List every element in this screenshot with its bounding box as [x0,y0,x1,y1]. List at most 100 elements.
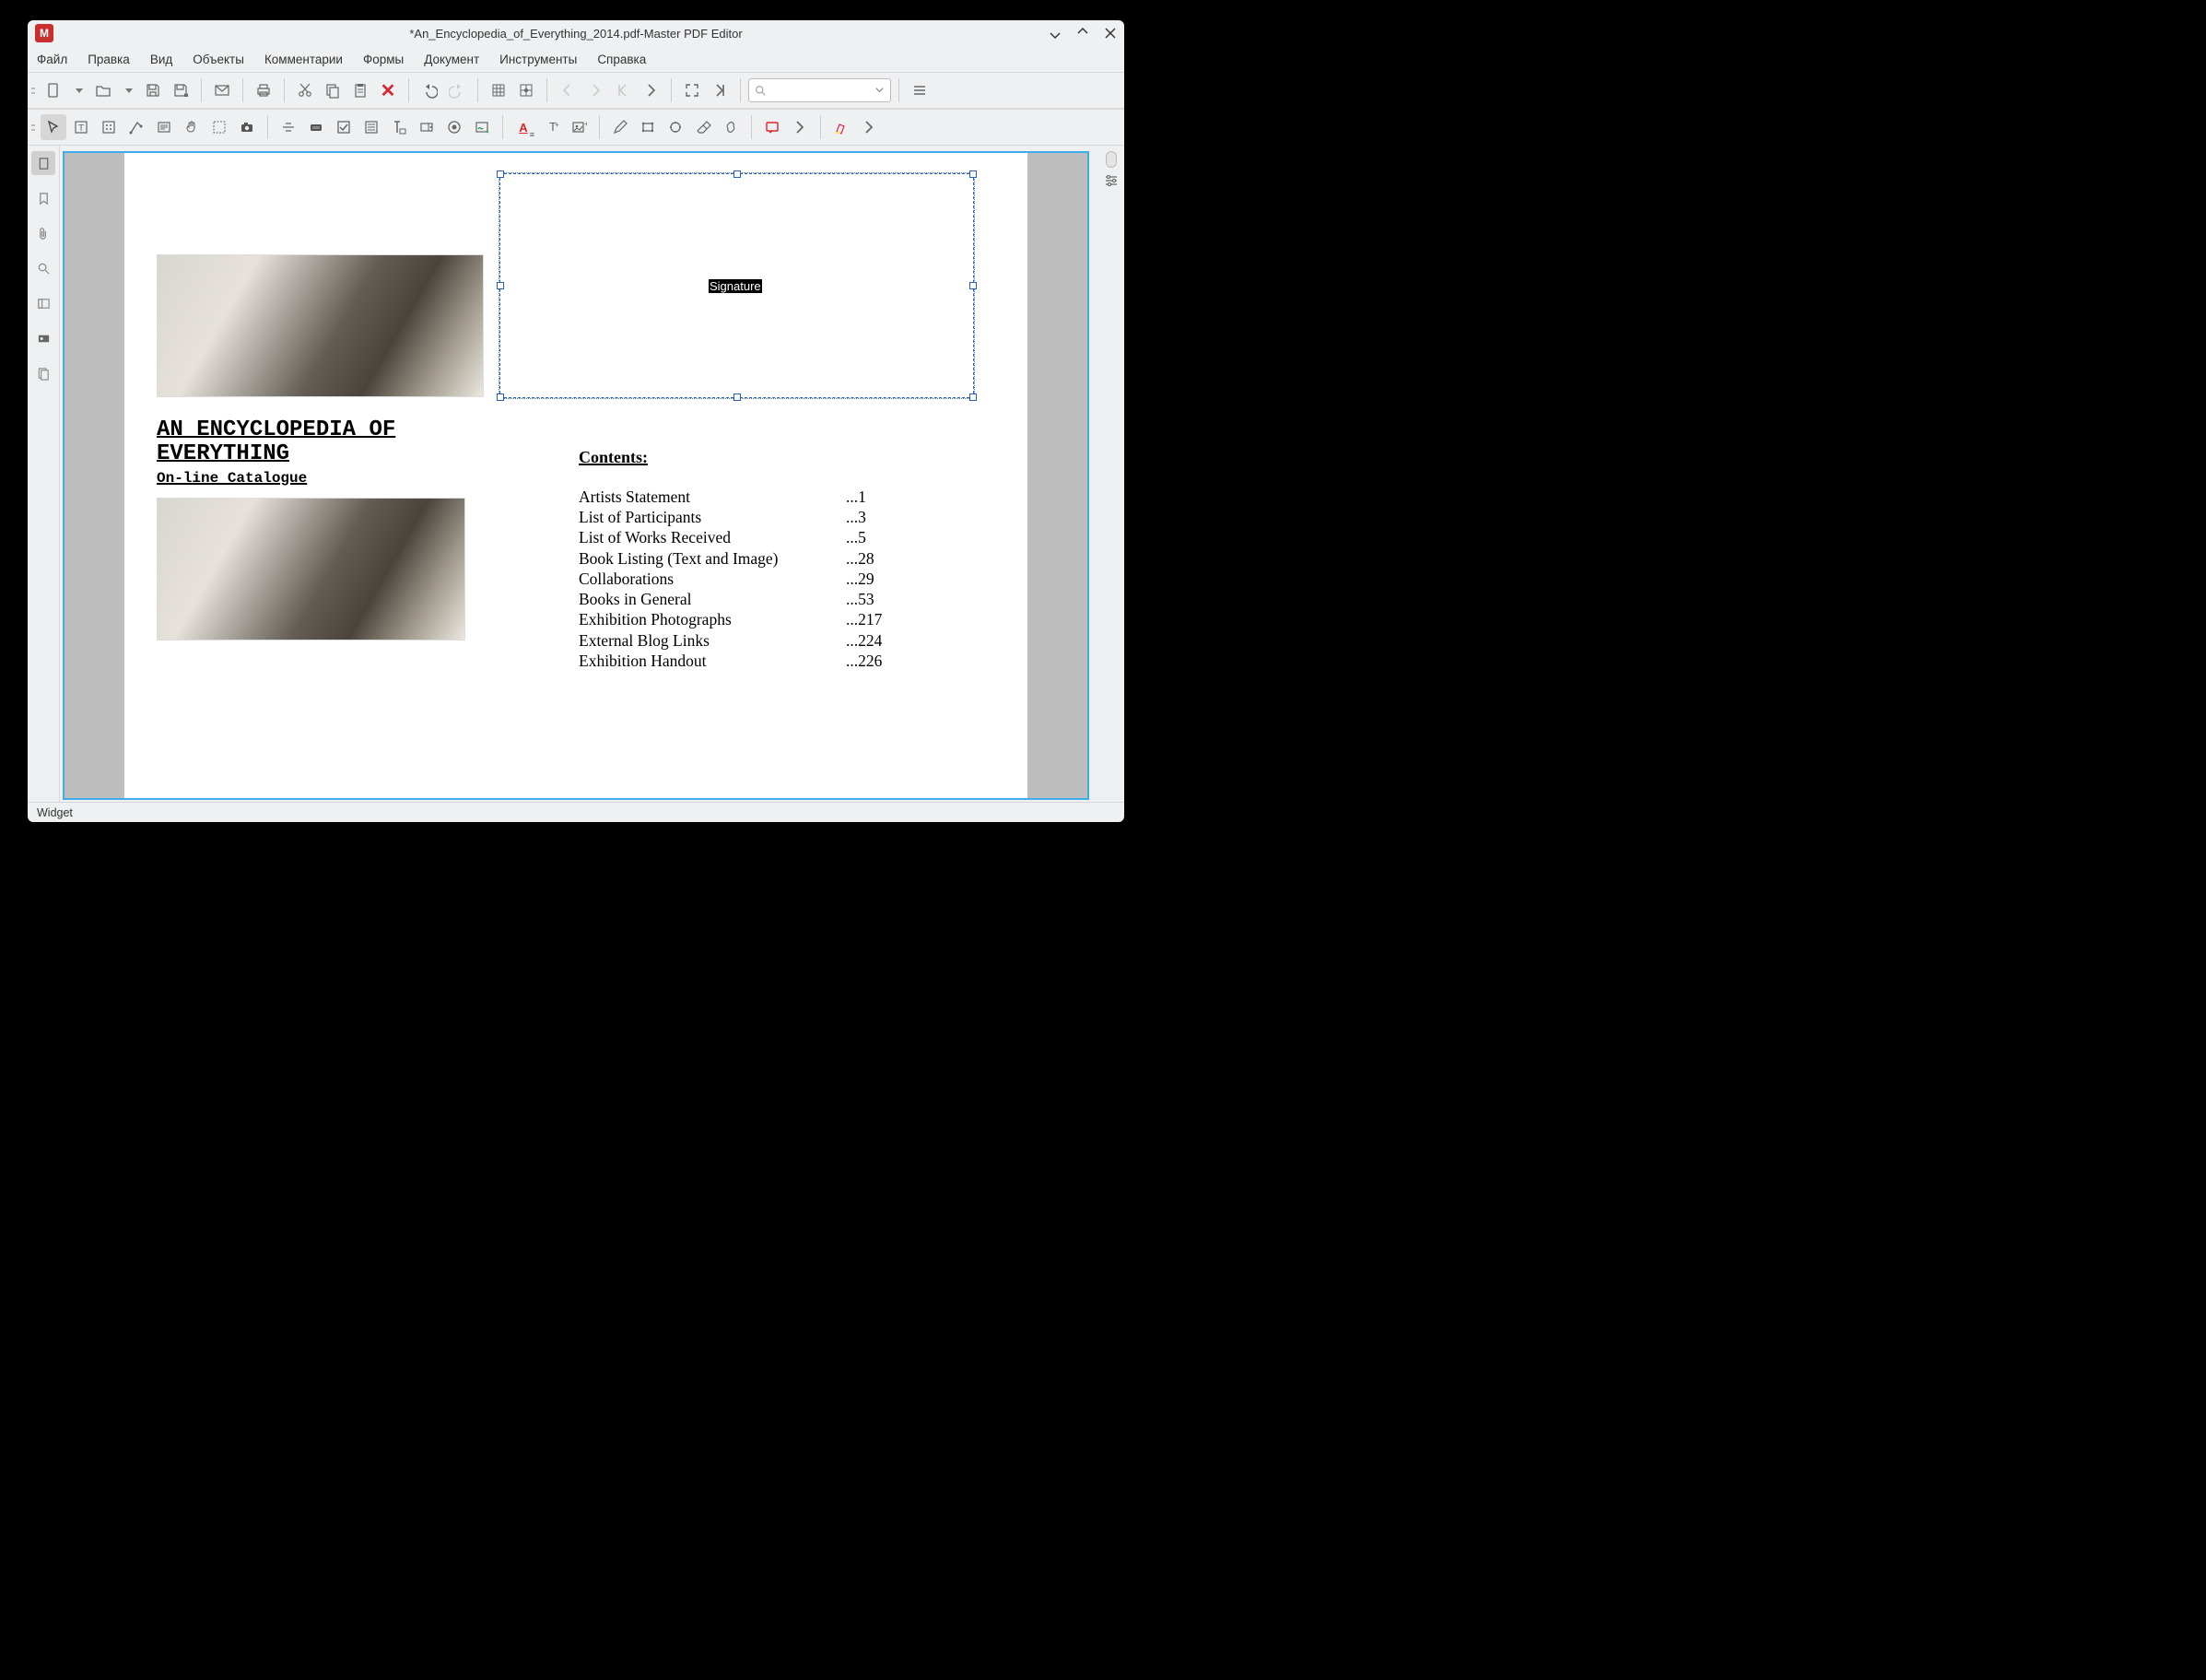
prev-doc-button[interactable] [555,77,581,103]
svg-text:+: + [584,120,587,128]
hand-tool[interactable] [179,114,205,140]
resize-handle-ne[interactable] [969,170,977,178]
new-file-button[interactable] [41,77,66,103]
thumbnails-tab[interactable] [31,151,55,175]
contents-row: External Blog Links...224 [579,630,882,651]
rectangle-tool[interactable] [635,114,661,140]
eraser-tool[interactable] [690,114,716,140]
snapshot-tool[interactable] [234,114,260,140]
pencil-tool[interactable] [607,114,633,140]
status-text: Widget [37,806,73,819]
contents-row: Collaborations...29 [579,569,882,589]
contents-row-page: ...53 [846,589,874,609]
select-all-tool[interactable] [206,114,232,140]
first-page-button[interactable] [610,77,636,103]
contents-row: Exhibition Photographs...217 [579,609,882,629]
contents-row-label: List of Works Received [579,527,846,547]
combobox-field-tool[interactable] [414,114,440,140]
edit-text-tool[interactable]: T [68,114,94,140]
menu-document[interactable]: Документ [422,49,481,70]
menu-tools[interactable]: Инструменты [498,49,579,70]
scrollbar-thumb[interactable] [1106,151,1117,168]
open-file-button[interactable] [90,77,116,103]
link-tool[interactable] [718,114,744,140]
svg-text:T: T [78,123,84,134]
page-gutter-right [1027,153,1087,798]
horiz-align-tool[interactable] [276,114,301,140]
highlight-marker-tool[interactable] [828,114,854,140]
document-view[interactable]: AN ENCYCLOPEDIA OF EVERYTHING On-line Ca… [60,146,1098,802]
signature-field[interactable]: Signature [499,173,974,398]
resize-handle-sw[interactable] [497,394,504,401]
last-page-button[interactable] [707,77,733,103]
menu-help[interactable]: Справка [595,49,648,70]
listbox-field-tool[interactable] [358,114,384,140]
copy-button[interactable] [320,77,346,103]
radio-field-tool[interactable] [441,114,467,140]
properties-panel-button[interactable] [1102,171,1121,190]
menu-button[interactable] [907,77,933,103]
resize-handle-se[interactable] [969,394,977,401]
minimize-button[interactable] [1049,27,1062,40]
search-tab[interactable] [31,256,55,280]
save-button[interactable] [140,77,166,103]
signatures-tab[interactable] [31,326,55,350]
form-edit-tool[interactable] [151,114,177,140]
insert-text-tool[interactable]: T+ [538,114,564,140]
resize-handle-w[interactable] [497,282,504,289]
contents-row: List of Works Received...5 [579,527,882,547]
cut-button[interactable] [292,77,318,103]
snap-button[interactable] [513,77,539,103]
contents-row-label: External Blog Links [579,630,846,651]
fit-page-button[interactable] [679,77,705,103]
button-field-tool[interactable] [303,114,329,140]
email-button[interactable] [209,77,235,103]
bookmarks-tab[interactable] [31,186,55,210]
menu-view[interactable]: Вид [148,49,174,70]
undo-button[interactable] [417,77,442,103]
paste-button[interactable] [347,77,373,103]
more-markers-button[interactable] [856,114,882,140]
menu-forms[interactable]: Формы [361,49,405,70]
resize-handle-nw[interactable] [497,170,504,178]
maximize-button[interactable] [1076,27,1089,40]
signature-field-tool[interactable] [469,114,495,140]
highlight-tool[interactable]: A≡ [510,114,536,140]
more-annotations-button[interactable] [787,114,813,140]
menu-objects[interactable]: Объекты [191,49,246,70]
toolbar-handle-icon [31,78,37,102]
menu-comments[interactable]: Комментарии [263,49,345,70]
print-button[interactable] [251,77,276,103]
menu-file[interactable]: Файл [35,49,69,70]
menu-edit[interactable]: Правка [86,49,132,70]
redo-button[interactable] [444,77,470,103]
open-file-dropdown[interactable] [118,77,138,103]
svg-text:+: + [555,121,559,129]
edit-document-tool[interactable] [96,114,122,140]
select-tool[interactable] [41,114,66,140]
resize-handle-e[interactable] [969,282,977,289]
pdf-page[interactable]: AN ENCYCLOPEDIA OF EVERYTHING On-line Ca… [124,153,1027,798]
contents-row-page: ...5 [846,527,866,547]
delete-button[interactable]: ✕ [375,77,401,103]
fields-tab[interactable] [31,291,55,315]
sticky-note-tool[interactable] [759,114,785,140]
ellipse-tool[interactable] [663,114,688,140]
insert-image-tool[interactable]: + [566,114,592,140]
vector-edit-tool[interactable] [123,114,149,140]
document-title: AN ENCYCLOPEDIA OF EVERYTHING [157,418,395,467]
save-as-button[interactable] [168,77,194,103]
contents-row-label: List of Participants [579,507,846,527]
next-page-button[interactable] [638,77,663,103]
attachments-tab[interactable] [31,221,55,245]
next-doc-button[interactable] [582,77,608,103]
text-field-tool[interactable] [386,114,412,140]
resize-handle-s[interactable] [733,394,741,401]
resize-handle-n[interactable] [733,170,741,178]
checkbox-field-tool[interactable] [331,114,357,140]
search-input[interactable] [748,78,891,102]
pages-tab[interactable] [31,361,55,385]
grid-button[interactable] [486,77,511,103]
close-button[interactable] [1104,27,1117,40]
new-file-dropdown[interactable] [68,77,88,103]
